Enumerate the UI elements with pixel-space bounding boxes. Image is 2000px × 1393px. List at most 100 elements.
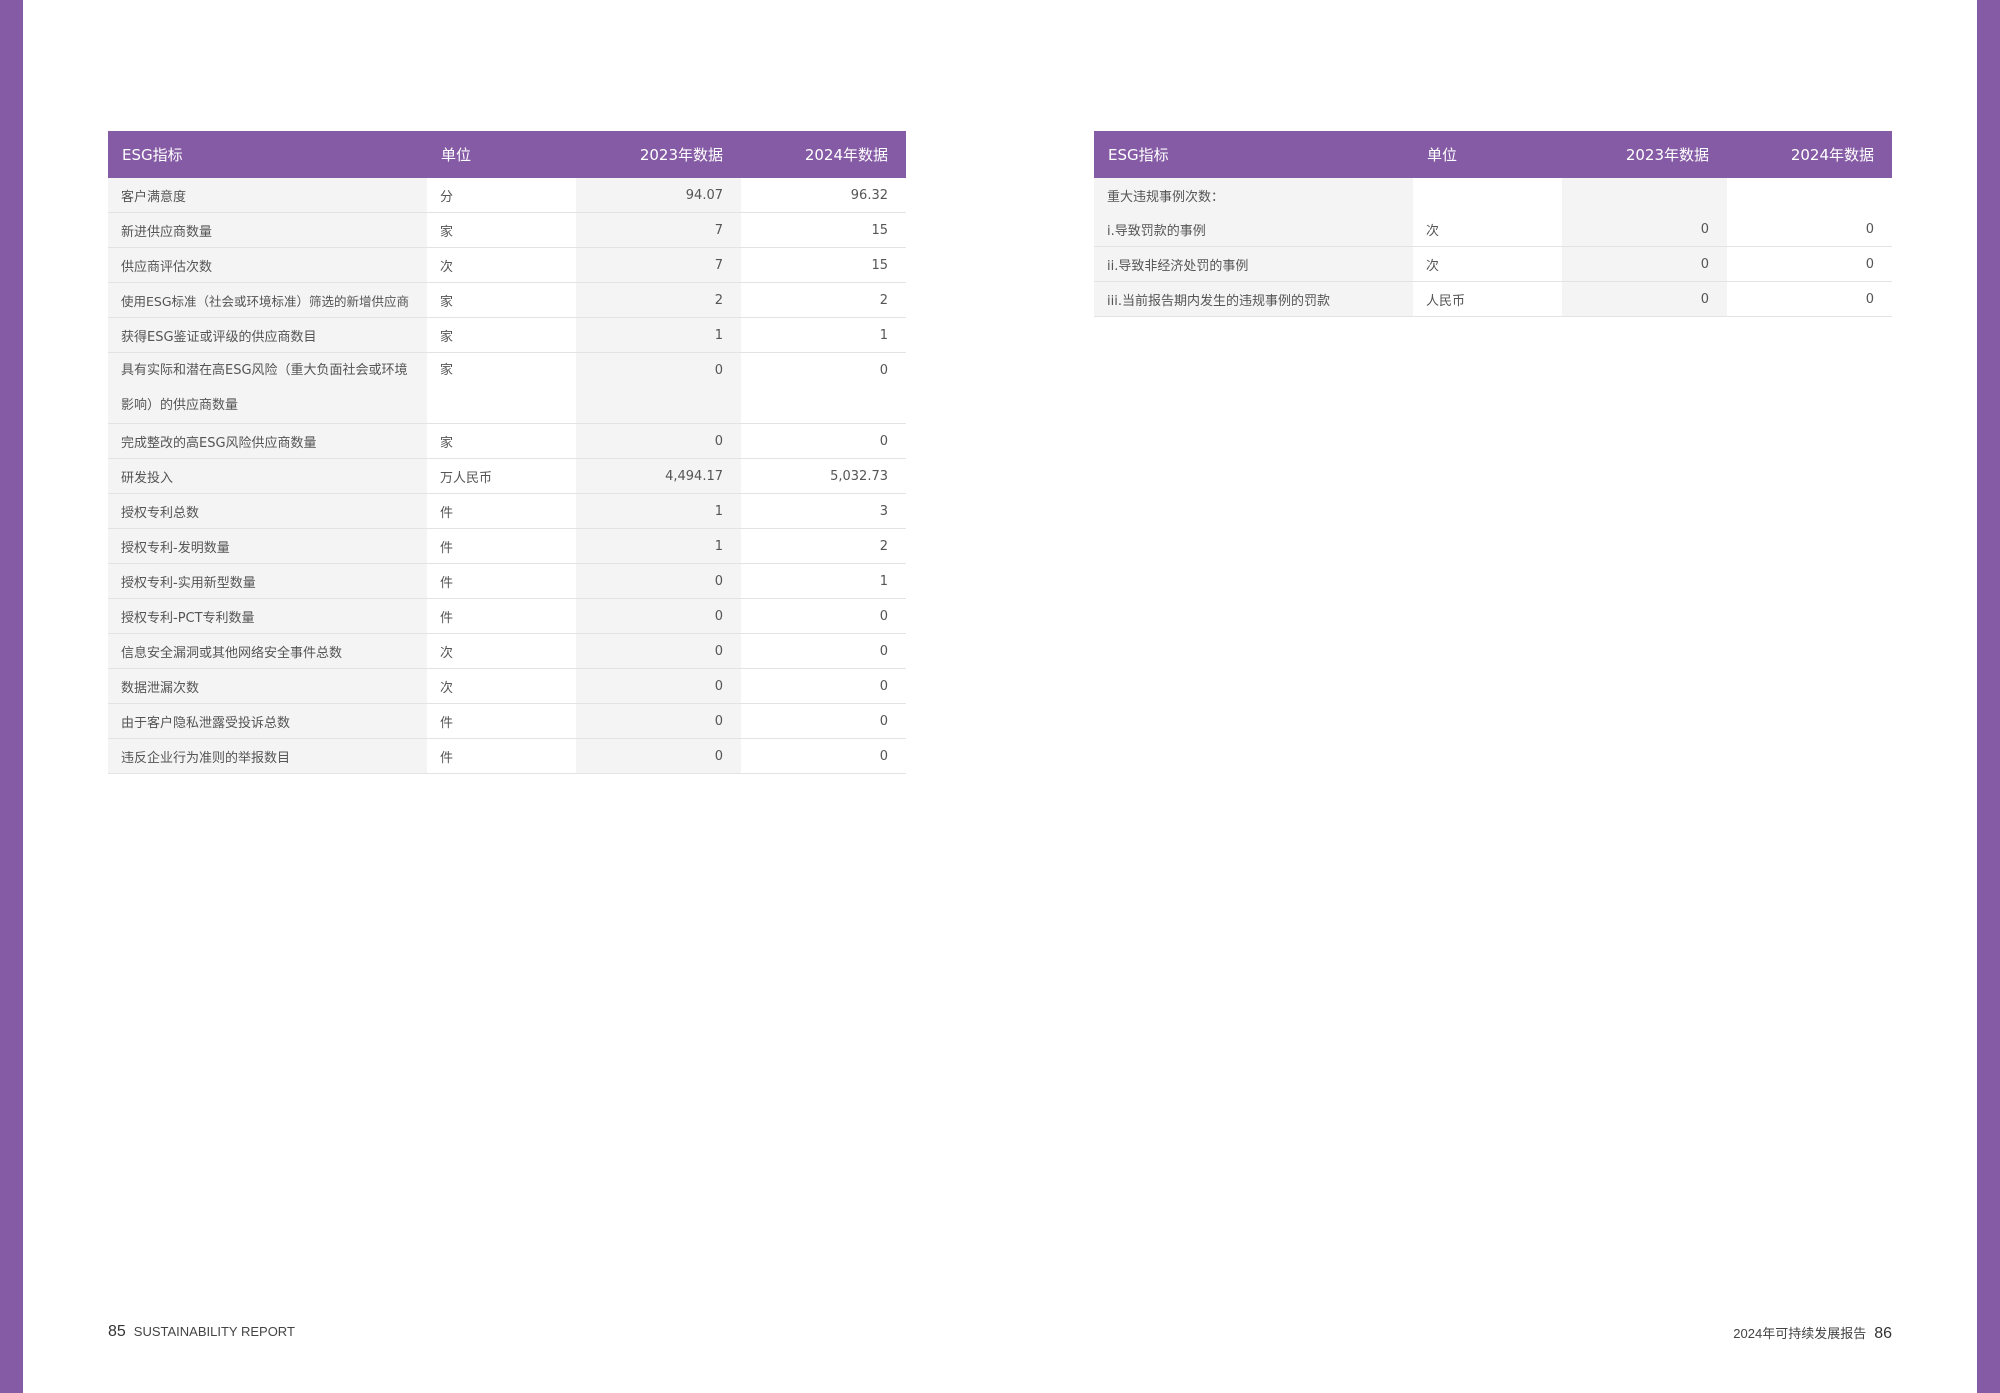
cell-indicator: 供应商评估次数 <box>108 247 427 283</box>
cell-unit: 家 <box>427 212 576 248</box>
cell-unit: 次 <box>427 668 576 704</box>
table-row: ii.导致非经济处罚的事例 次 0 0 <box>1094 246 1892 282</box>
cell-2024: 1 <box>741 563 906 599</box>
cell-2023: 0 <box>1562 246 1727 282</box>
cell-indicator: 使用ESG标准（社会或环境标准）筛选的新增供应商 <box>108 282 427 318</box>
table-row: 数据泄漏次数 次 0 0 <box>108 668 906 704</box>
header-indicator: ESG指标 <box>1108 146 1169 164</box>
cell-2024 <box>1727 178 1892 212</box>
cell-indicator: 授权专利-发明数量 <box>108 528 427 564</box>
cell-2023: 0 <box>1562 212 1727 247</box>
table-row: 信息安全漏洞或其他网络安全事件总数 次 0 0 <box>108 633 906 669</box>
esg-indicators-table-left: ESG指标 单位 2023年数据 2024年数据 客户满意度 分 94.07 9… <box>108 131 906 774</box>
table-row: 授权专利-PCT专利数量 件 0 0 <box>108 598 906 634</box>
cell-indicator: 授权专利-PCT专利数量 <box>108 598 427 634</box>
esg-indicators-table-right: ESG指标 单位 2023年数据 2024年数据 重大违规事例次数： i.导致罚… <box>1094 131 1892 317</box>
table-row: 完成整改的高ESG风险供应商数量 家 0 0 <box>108 423 906 459</box>
cell-2023: 0 <box>576 563 741 599</box>
cell-2023: 1 <box>576 528 741 564</box>
table-header-row: ESG指标 单位 2023年数据 2024年数据 <box>108 131 906 178</box>
header-indicator: ESG指标 <box>122 146 183 164</box>
cell-2024: 0 <box>741 738 906 774</box>
cell-indicator: 由于客户隐私泄露受投诉总数 <box>108 703 427 739</box>
cell-indicator: 信息安全漏洞或其他网络安全事件总数 <box>108 633 427 669</box>
cell-2024: 15 <box>741 247 906 283</box>
cell-indicator: 违反企业行为准则的举报数目 <box>108 738 427 774</box>
table-row: i.导致罚款的事例 次 0 0 <box>1094 212 1892 247</box>
cell-indicator: 授权专利总数 <box>108 493 427 529</box>
table-row: 使用ESG标准（社会或环境标准）筛选的新增供应商 家 2 2 <box>108 282 906 318</box>
cell-2024: 0 <box>741 703 906 739</box>
cell-unit: 人民币 <box>1413 281 1562 317</box>
cell-2024: 0 <box>741 668 906 704</box>
header-2024: 2024年数据 <box>1790 146 1874 164</box>
cell-2024: 0 <box>741 598 906 634</box>
cell-unit: 次 <box>427 633 576 669</box>
cell-unit: 家 <box>427 352 576 424</box>
cell-2023: 0 <box>576 352 741 424</box>
cell-unit: 次 <box>1413 246 1562 282</box>
cell-2023 <box>1562 178 1727 212</box>
cell-unit: 件 <box>427 703 576 739</box>
cell-2024: 0 <box>741 633 906 669</box>
cell-indicator: 客户满意度 <box>108 178 427 213</box>
table-row: 研发投入 万人民币 4,494.17 5,032.73 <box>108 458 906 494</box>
table-row: 客户满意度 分 94.07 96.32 <box>108 178 906 213</box>
table-row: 授权专利总数 件 1 3 <box>108 493 906 529</box>
table-row: 供应商评估次数 次 7 15 <box>108 247 906 283</box>
cell-indicator: 获得ESG鉴证或评级的供应商数目 <box>108 317 427 353</box>
cell-2024: 1 <box>741 317 906 353</box>
cell-2024: 0 <box>1727 246 1892 282</box>
cell-2023: 0 <box>576 738 741 774</box>
cell-2024: 0 <box>1727 212 1892 247</box>
cell-indicator: 重大违规事例次数： <box>1094 178 1413 212</box>
cell-2023: 0 <box>576 423 741 459</box>
table-row: 违反企业行为准则的举报数目 件 0 0 <box>108 738 906 774</box>
cell-2024: 0 <box>741 423 906 459</box>
cell-unit: 次 <box>1413 212 1562 247</box>
cell-unit: 家 <box>427 317 576 353</box>
left-accent-bar <box>0 0 23 1393</box>
cell-indicator: ii.导致非经济处罚的事例 <box>1094 246 1413 282</box>
cell-2024: 5,032.73 <box>741 458 906 494</box>
footer-report-title-cn: 2024年可持续发展报告 <box>1733 1326 1867 1341</box>
page-number-left: 85 <box>108 1323 126 1340</box>
footer-report-title-en: SUSTAINABILITY REPORT <box>133 1324 295 1339</box>
cell-2023: 0 <box>576 703 741 739</box>
table-row: 由于客户隐私泄露受投诉总数 件 0 0 <box>108 703 906 739</box>
cell-2023: 2 <box>576 282 741 318</box>
header-2023: 2023年数据 <box>639 146 723 164</box>
table-row: 新进供应商数量 家 7 15 <box>108 212 906 248</box>
cell-indicator: 数据泄漏次数 <box>108 668 427 704</box>
cell-2024: 3 <box>741 493 906 529</box>
cell-unit: 家 <box>427 282 576 318</box>
cell-indicator: 研发投入 <box>108 458 427 494</box>
cell-2023: 0 <box>576 598 741 634</box>
right-accent-bar <box>1977 0 2000 1393</box>
cell-2023: 0 <box>1562 281 1727 317</box>
cell-2023: 7 <box>576 212 741 248</box>
cell-2023: 94.07 <box>576 178 741 213</box>
table-row: 授权专利-实用新型数量 件 0 1 <box>108 563 906 599</box>
cell-2024: 2 <box>741 282 906 318</box>
header-unit: 单位 <box>441 146 472 164</box>
cell-indicator: 完成整改的高ESG风险供应商数量 <box>108 423 427 459</box>
cell-unit: 件 <box>427 598 576 634</box>
table-header-row: ESG指标 单位 2023年数据 2024年数据 <box>1094 131 1892 178</box>
table-row: 重大违规事例次数： <box>1094 178 1892 212</box>
cell-2024: 15 <box>741 212 906 248</box>
cell-indicator: 新进供应商数量 <box>108 212 427 248</box>
cell-unit: 万人民币 <box>427 458 576 494</box>
cell-unit <box>1413 178 1562 212</box>
cell-unit: 件 <box>427 528 576 564</box>
cell-2023: 7 <box>576 247 741 283</box>
cell-2024: 0 <box>1727 281 1892 317</box>
cell-2023: 0 <box>576 633 741 669</box>
table-row: 授权专利-发明数量 件 1 2 <box>108 528 906 564</box>
cell-2023: 0 <box>576 668 741 704</box>
table-row: 具有实际和潜在高ESG风险（重大负面社会或环境影响）的供应商数量 家 0 0 <box>108 352 906 424</box>
cell-indicator: 授权专利-实用新型数量 <box>108 563 427 599</box>
cell-unit: 次 <box>427 247 576 283</box>
page-number-right: 86 <box>1874 1325 1892 1342</box>
footer-right: 2024年可持续发展报告 86 <box>1733 1323 1892 1343</box>
